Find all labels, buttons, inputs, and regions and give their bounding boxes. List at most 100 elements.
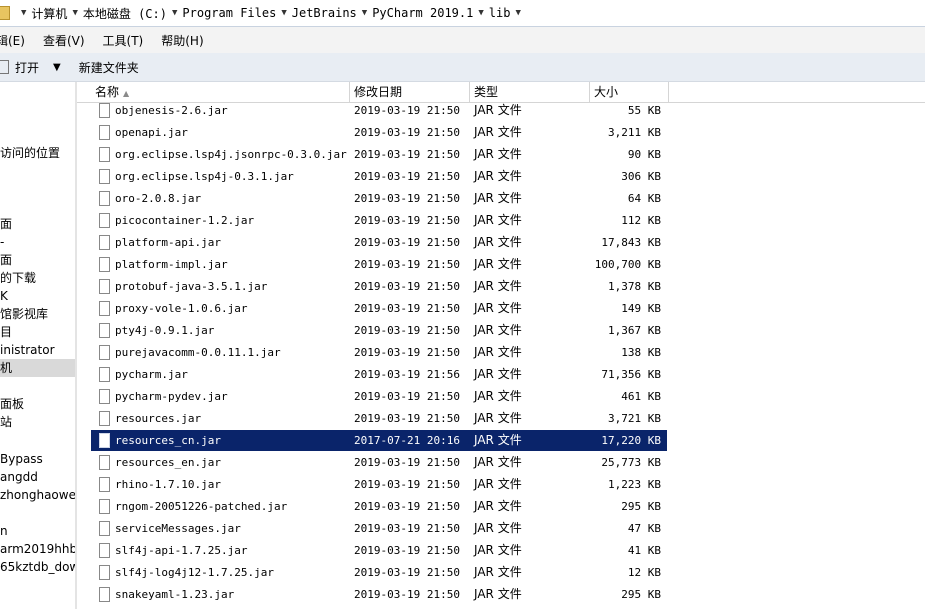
nav-item-control-panel[interactable]: 面板 xyxy=(0,395,24,413)
breadcrumb-jetbrains[interactable]: JetBrains xyxy=(292,6,357,20)
nav-item[interactable]: n xyxy=(0,522,8,540)
file-icon xyxy=(99,235,110,250)
nav-item-desktop[interactable]: 面 xyxy=(0,215,12,233)
chevron-down-icon[interactable]: ▼ xyxy=(362,8,367,18)
file-row[interactable]: protobuf-java-3.5.1.jar 2019-03-19 21:50 J… xyxy=(91,276,667,297)
nav-item[interactable]: Bypass xyxy=(0,450,43,468)
file-row[interactable]: platform-api.jar 2019-03-19 21:50 JAR 文件 17… xyxy=(91,232,667,253)
address-bar[interactable]: ▼ 计算机 ▼ 本地磁盘 (C:) ▼ Program Files ▼ JetB… xyxy=(0,0,925,27)
file-row[interactable]: rngom-20051226-patched.jar 2019-03-19 21:… xyxy=(91,496,667,517)
file-size: 41 KB xyxy=(627,544,661,557)
menu-tools[interactable]: 工具(T) xyxy=(103,32,152,49)
file-icon xyxy=(99,257,110,272)
file-size: 138 KB xyxy=(621,346,661,359)
chevron-down-icon[interactable]: ▼ xyxy=(21,8,26,18)
file-row[interactable]: resources.jar 2019-03-19 21:50 JAR 文件 3,721… xyxy=(91,408,667,429)
new-folder-button[interactable]: 新建文件夹 xyxy=(79,59,139,76)
nav-item[interactable]: angdd xyxy=(0,468,38,486)
file-modified-date: 2019-03-19 21:50 xyxy=(354,214,460,227)
file-icon xyxy=(99,213,110,228)
nav-item-recycle-bin[interactable]: 站 xyxy=(0,413,12,431)
menu-edit[interactable]: 辑(E) xyxy=(0,32,33,49)
file-type: JAR 文件 xyxy=(474,103,522,117)
file-row[interactable]: org.eclipse.lsp4j-0.3.1.jar 2019-03-19 21… xyxy=(91,166,667,187)
file-modified-date: 2019-03-19 21:50 xyxy=(354,500,460,513)
file-row[interactable]: platform-impl.jar 2019-03-19 21:50 JAR 文件 1… xyxy=(91,254,667,275)
file-icon xyxy=(99,477,110,492)
file-row[interactable]: pycharm-pydev.jar 2019-03-19 21:50 JAR 文件 4… xyxy=(91,386,667,407)
breadcrumb-program-files[interactable]: Program Files xyxy=(182,6,276,20)
breadcrumb-local-disk[interactable]: 本地磁盘 (C:) xyxy=(83,5,167,22)
file-name: protobuf-java-3.5.1.jar xyxy=(115,280,268,293)
nav-item-recent-places[interactable]: 访问的位置 xyxy=(0,144,60,162)
file-row[interactable]: resources_en.jar 2019-03-19 21:50 JAR 文件 25… xyxy=(91,452,667,473)
file-modified-date: 2019-03-19 21:50 xyxy=(354,346,460,359)
file-size: 295 KB xyxy=(621,500,661,513)
file-modified-date: 2019-03-19 21:50 xyxy=(354,280,460,293)
file-icon xyxy=(99,411,110,426)
file-name: resources_cn.jar xyxy=(115,434,221,447)
breadcrumb-computer[interactable]: 计算机 xyxy=(31,5,67,22)
file-name: platform-api.jar xyxy=(115,236,221,249)
breadcrumb-lib[interactable]: lib xyxy=(489,6,511,20)
nav-item-computer[interactable]: 机 xyxy=(0,359,75,377)
file-modified-date: 2019-03-19 21:50 xyxy=(354,192,460,205)
menu-view[interactable]: 查看(V) xyxy=(43,32,93,49)
column-header-type[interactable]: 类型 xyxy=(470,82,590,102)
navigation-pane[interactable]: 访问的位置 面 - 面 的下载 K 馆影视库 目 inistrator 机 面板… xyxy=(0,82,75,609)
file-size: 25,773 KB xyxy=(601,456,661,469)
file-icon xyxy=(99,301,110,316)
open-dropdown-icon[interactable]: ▼ xyxy=(53,62,61,73)
file-row[interactable]: slf4j-log4j12-1.7.25.jar 2019-03-19 21:50… xyxy=(91,562,667,583)
file-modified-date: 2019-03-19 21:50 xyxy=(354,478,460,491)
column-header-size[interactable]: 大小 xyxy=(590,82,669,102)
file-row[interactable]: picocontainer-1.2.jar 2019-03-19 21:50 JAR… xyxy=(91,210,667,231)
file-row[interactable]: pty4j-0.9.1.jar 2019-03-19 21:50 JAR 文件 1,3… xyxy=(91,320,667,341)
file-row[interactable]: pycharm.jar 2019-03-19 21:56 JAR 文件 71,356 … xyxy=(91,364,667,385)
nav-item[interactable]: zhonghaowenjia xyxy=(0,486,75,504)
column-header-date[interactable]: 修改日期 xyxy=(350,82,470,102)
file-size: 100,700 KB xyxy=(594,258,661,271)
file-icon xyxy=(99,455,110,470)
file-size: 12 KB xyxy=(627,566,661,579)
chevron-down-icon[interactable]: ▼ xyxy=(478,8,483,18)
chevron-down-icon[interactable]: ▼ xyxy=(72,8,77,18)
menu-help[interactable]: 帮助(H) xyxy=(161,32,211,49)
file-row[interactable]: serviceMessages.jar 2019-03-19 21:50 JAR 文… xyxy=(91,518,667,539)
nav-item[interactable]: 65kztdb_downcc xyxy=(0,558,75,576)
file-modified-date: 2019-03-19 21:50 xyxy=(354,456,460,469)
file-type: JAR 文件 xyxy=(474,367,522,381)
file-row[interactable]: resources_cn.jar 2017-07-21 20:16 JAR 文件 17… xyxy=(91,430,667,451)
file-row[interactable]: oro-2.0.8.jar 2019-03-19 21:50 JAR 文件 64 KB xyxy=(91,188,667,209)
chevron-down-icon[interactable]: ▼ xyxy=(172,8,177,18)
nav-item[interactable]: K xyxy=(0,287,8,305)
nav-item-downloads[interactable]: 的下载 xyxy=(0,269,36,287)
breadcrumb-pycharm[interactable]: PyCharm 2019.1 xyxy=(372,6,473,20)
file-row[interactable]: snakeyaml-1.23.jar 2019-03-19 21:50 JAR 文件… xyxy=(91,584,667,605)
nav-item[interactable]: 面 xyxy=(0,251,12,269)
file-row[interactable]: rhino-1.7.10.jar 2019-03-19 21:50 JAR 文件 1,… xyxy=(91,474,667,495)
nav-item-administrator[interactable]: inistrator xyxy=(0,341,55,359)
file-row[interactable]: org.eclipse.lsp4j.jsonrpc-0.3.0.jar 2019-… xyxy=(91,144,667,165)
file-type: JAR 文件 xyxy=(474,565,522,579)
file-row[interactable]: slf4j-api-1.7.25.jar 2019-03-19 21:50 JAR … xyxy=(91,540,667,561)
file-row[interactable]: purejavacomm-0.0.11.1.jar 2019-03-19 21:5… xyxy=(91,342,667,363)
file-icon xyxy=(99,389,110,404)
nav-item[interactable]: 目 xyxy=(0,323,12,341)
pane-splitter[interactable] xyxy=(75,82,77,609)
nav-item-video-library[interactable]: 馆影视库 xyxy=(0,305,48,323)
file-row[interactable]: objenesis-2.6.jar 2019-03-19 21:50 JAR 文件 5… xyxy=(91,100,667,121)
nav-item[interactable]: arm2019hhb_141 xyxy=(0,540,75,558)
open-button[interactable]: 打开 xyxy=(0,59,39,76)
chevron-down-icon[interactable]: ▼ xyxy=(281,8,286,18)
column-header-name[interactable]: 名称 ▲ xyxy=(91,82,350,102)
nav-item[interactable]: - xyxy=(0,233,4,251)
file-modified-date: 2019-03-19 21:50 xyxy=(354,566,460,579)
file-name: org.eclipse.lsp4j-0.3.1.jar xyxy=(115,170,294,183)
file-name: org.eclipse.lsp4j.jsonrpc-0.3.0.jar xyxy=(115,148,347,161)
file-type: JAR 文件 xyxy=(474,389,522,403)
chevron-down-icon[interactable]: ▼ xyxy=(515,8,520,18)
file-name: pycharm-pydev.jar xyxy=(115,390,228,403)
file-row[interactable]: openapi.jar 2019-03-19 21:50 JAR 文件 3,211 K… xyxy=(91,122,667,143)
file-row[interactable]: proxy-vole-1.0.6.jar 2019-03-19 21:50 JAR … xyxy=(91,298,667,319)
